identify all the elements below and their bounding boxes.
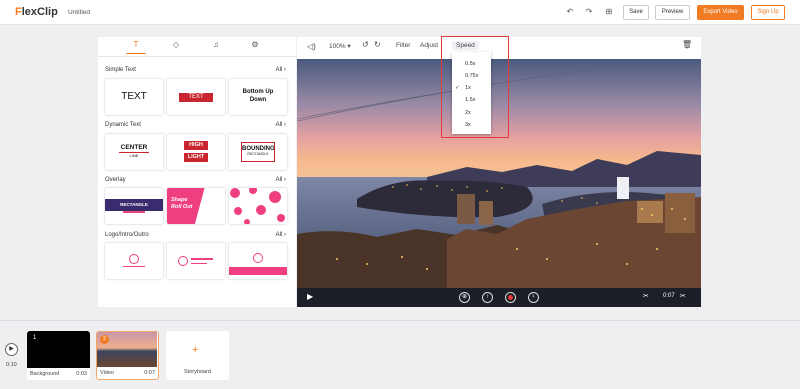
- split-icon[interactable]: ✂: [680, 292, 686, 300]
- rotate-left-icon[interactable]: ↺: [362, 40, 369, 49]
- clip-duration: 0:03: [76, 371, 87, 377]
- section-title-logo-intro-outro: Logo/Intro/Outro: [105, 232, 149, 238]
- export-video-button[interactable]: Export Video: [697, 5, 744, 20]
- fullscreen-icon[interactable]: ⊞: [604, 7, 614, 17]
- clip-thumbnail: [27, 331, 90, 368]
- logo-card-2[interactable]: [167, 243, 225, 279]
- clip-label: Video: [100, 370, 114, 376]
- clip-video[interactable]: 2 Video 0:07: [96, 331, 159, 380]
- overlay-card-shape-roll-out[interactable]: Shape Roll Out: [167, 188, 225, 224]
- simple-text-all-link[interactable]: All ›: [276, 67, 286, 73]
- text-card-highlight[interactable]: HIGH LIGHT: [167, 134, 225, 170]
- upload-icon[interactable]: ↑: [482, 292, 493, 303]
- overlay-card-dots[interactable]: [229, 188, 287, 224]
- music-tab-icon[interactable]: ♫: [206, 40, 226, 54]
- clip-background[interactable]: 1 Background 0:03: [27, 331, 90, 380]
- section-title-simple-text: Simple Text: [105, 67, 136, 73]
- clip-number: 2: [100, 335, 109, 344]
- timeline-storyboard: ▶ 0:10 1 Background 0:03 2 Video 0:07 + …: [0, 320, 800, 389]
- trim-start-icon[interactable]: ✂: [643, 292, 649, 300]
- text-tab-icon[interactable]: T: [126, 40, 146, 54]
- adjust-button[interactable]: Adjust: [420, 42, 438, 49]
- redo-icon[interactable]: ↷: [584, 7, 594, 17]
- logo-circle-icon: [129, 254, 139, 264]
- dynamic-text-all-link[interactable]: All ›: [276, 122, 286, 128]
- preview-button[interactable]: Preview: [655, 5, 690, 20]
- logo-circle-icon: [178, 256, 188, 266]
- highlight-annotation: [441, 36, 509, 138]
- add-storyboard-button[interactable]: + Storyboard: [166, 331, 229, 380]
- text-card-center-line[interactable]: CENTER LINE: [105, 134, 163, 170]
- tab-divider: [98, 56, 296, 57]
- logo-circle-icon: [253, 253, 263, 263]
- total-duration: 0:10: [6, 362, 17, 368]
- clip-label: Background: [30, 371, 60, 377]
- section-title-overlay: Overlay: [105, 177, 126, 183]
- microphone-icon[interactable]: ♮: [528, 292, 539, 303]
- logo-all-link[interactable]: All ›: [276, 232, 286, 238]
- logo-card-3[interactable]: [229, 243, 287, 279]
- project-title[interactable]: Untitled: [68, 9, 90, 16]
- dots-graphic: [230, 188, 285, 224]
- add-label: Storyboard: [184, 369, 211, 375]
- flexclip-logo[interactable]: FlexClip: [15, 6, 58, 18]
- text-card-bounding[interactable]: BOUNDING RECTANGLE: [229, 134, 287, 170]
- elements-tab-icon[interactable]: ⚙: [245, 40, 265, 54]
- text-card-bottom-up[interactable]: Bottom Up Down: [229, 79, 287, 115]
- rotate-right-icon[interactable]: ↻: [374, 40, 381, 49]
- text-card-plain[interactable]: TEXT: [105, 79, 163, 115]
- overlay-all-link[interactable]: All ›: [276, 177, 286, 183]
- filter-button[interactable]: Filter: [396, 42, 410, 49]
- volume-icon[interactable]: ◁): [307, 42, 316, 51]
- plus-icon: +: [192, 344, 199, 356]
- logo-card-1[interactable]: [105, 243, 163, 279]
- social-bar: [229, 267, 287, 275]
- clip-number: 1: [33, 335, 37, 341]
- globe-icon[interactable]: ⊕: [459, 292, 470, 303]
- undo-icon[interactable]: ↶: [565, 7, 575, 17]
- accent-strip: [123, 211, 145, 213]
- top-bar: FlexClip Untitled ↶ ↷ ⊞ Save Preview Exp…: [0, 0, 800, 25]
- clip-duration: 0:07: [144, 370, 155, 376]
- record-icon[interactable]: [505, 292, 516, 303]
- text-panel: T ◇ ♫ ⚙ Simple Text All › TEXT TEXT Bott…: [98, 37, 296, 307]
- play-icon[interactable]: ▶: [307, 292, 313, 301]
- sign-up-button[interactable]: Sign Up: [751, 5, 785, 20]
- overlay-card-rectangle[interactable]: RECTANGLE: [105, 188, 163, 224]
- save-button[interactable]: Save: [623, 5, 649, 20]
- current-time: 0:07: [663, 293, 675, 299]
- delete-icon[interactable]: 🗑: [682, 40, 692, 49]
- text-card-red-box[interactable]: TEXT: [167, 79, 225, 115]
- playback-controls: ▶ ⊕ ↑ ♮ ✂ 0:07 ✂: [297, 288, 701, 307]
- timeline-play-button[interactable]: ▶: [5, 343, 18, 356]
- section-title-dynamic-text: Dynamic Text: [105, 122, 141, 128]
- shapes-tab-icon[interactable]: ◇: [166, 40, 186, 54]
- zoom-select[interactable]: 100% ▾: [329, 42, 351, 50]
